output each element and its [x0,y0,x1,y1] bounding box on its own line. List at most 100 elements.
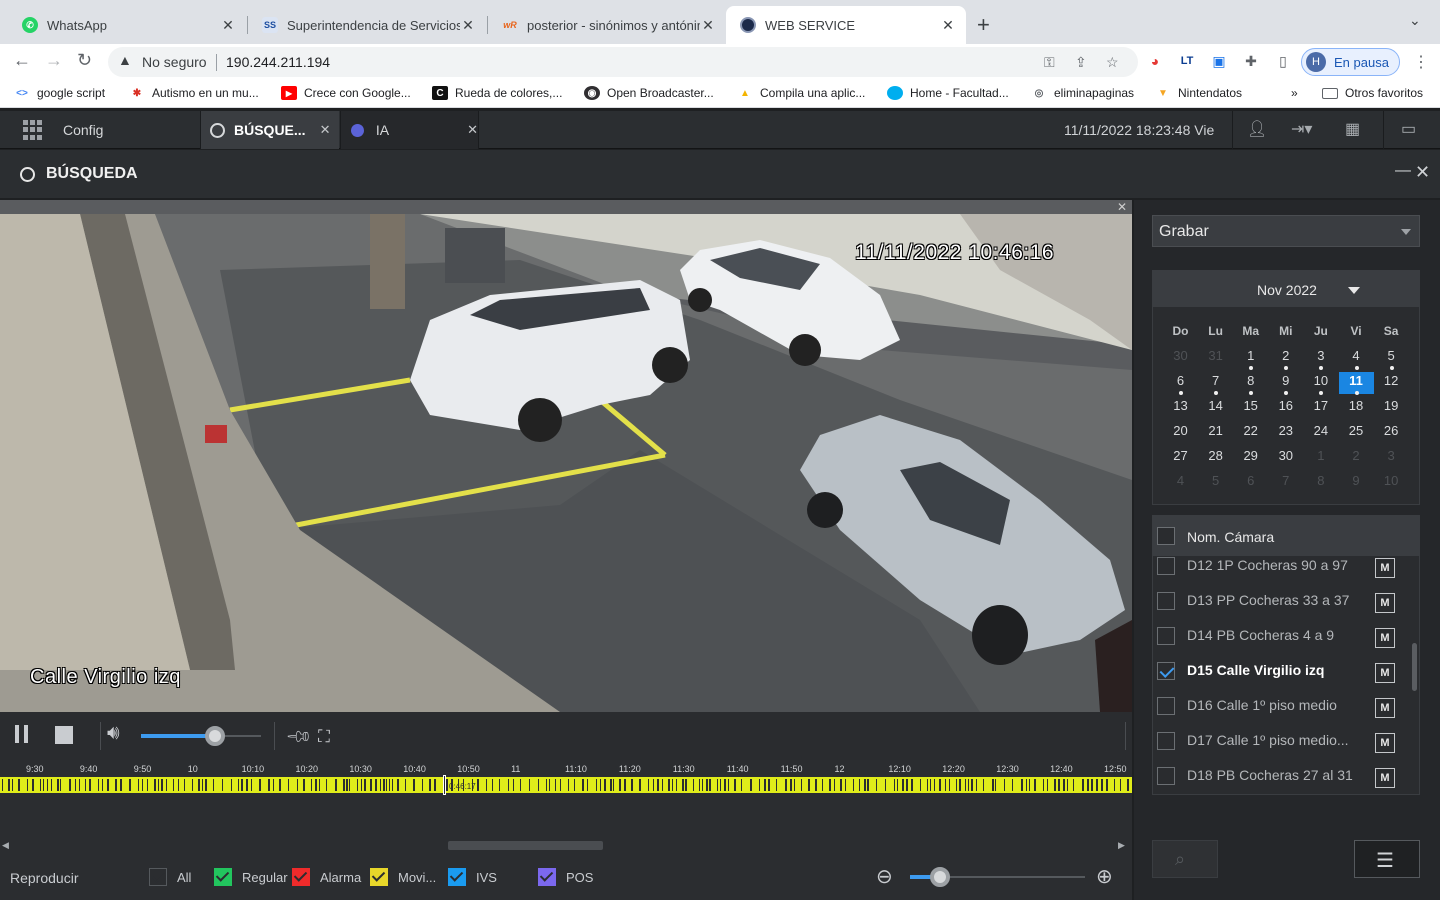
bookmark-obs[interactable]: ◉ Open Broadcaster... [584,86,714,100]
calendar-day[interactable]: 16 [1268,397,1303,419]
calendar-day[interactable]: 14 [1198,397,1233,419]
camera-checkbox[interactable] [1157,662,1175,680]
calendar-day[interactable]: 13 [1163,397,1198,419]
calendar-day[interactable]: 28 [1198,447,1233,469]
new-tab-button[interactable]: + [977,12,990,38]
color-wheel-extension-icon[interactable]: ◕ [1146,52,1164,70]
video-player[interactable] [0,200,1132,712]
legend-pos[interactable]: POS [538,868,593,886]
bookmark-google-script[interactable]: <> google script [14,86,105,100]
calendar-day[interactable]: 30 [1163,347,1198,369]
calendar-day[interactable]: 19 [1374,397,1409,419]
calendar-day[interactable]: 30 [1268,447,1303,469]
calendar-day[interactable]: 2 [1339,447,1374,469]
calendar-day[interactable]: 7 [1198,372,1233,395]
camera-row[interactable]: D16 Calle 1º piso medio M [1153,688,1419,723]
pause-icon[interactable] [15,725,29,745]
close-tab-icon[interactable]: ✕ [940,17,956,34]
scroll-left-icon[interactable]: ◀ [2,840,9,851]
close-tab-icon[interactable]: ✕ [700,17,716,34]
camera-mark-button[interactable]: M [1375,558,1395,578]
camera-checkbox[interactable] [1157,732,1175,750]
legend-alarma[interactable]: Alarma [292,868,361,886]
key-icon[interactable]: ⚿ [1044,54,1055,71]
camera-checkbox[interactable] [1157,697,1175,715]
calendar-day[interactable]: 20 [1163,422,1198,444]
pin-icon[interactable]: 📌︎ [284,722,314,751]
calendar-day[interactable]: 22 [1233,422,1268,444]
camera-row[interactable]: D13 PP Cocheras 33 a 37 M [1153,583,1419,618]
calendar-day[interactable]: 29 [1233,447,1268,469]
close-video-icon[interactable]: ✕ [1117,200,1127,214]
calendar-day[interactable]: 23 [1268,422,1303,444]
calendar-day[interactable]: 5 [1374,347,1409,370]
legend-checkbox[interactable] [292,868,310,886]
calendar-day[interactable]: 9 [1268,372,1303,395]
bookmark-facultad[interactable]: Home - Facultad... [887,86,1009,100]
camera-row[interactable]: D15 Calle Virgilio izq M [1153,653,1419,688]
more-bookmarks-button[interactable]: » [1291,86,1298,100]
calendar-day[interactable]: 25 [1339,422,1374,444]
calendar-day[interactable]: 21 [1198,422,1233,444]
close-tab-icon[interactable]: ✕ [220,17,236,34]
zoom-knob[interactable] [929,867,950,887]
recording-segment[interactable] [0,777,1132,793]
bookmark-autismo[interactable]: ✱ Autismo en un mu... [129,86,259,100]
calendar-day[interactable]: 6 [1233,472,1268,494]
timeline-cursor[interactable] [443,775,446,795]
legend-regular[interactable]: Regular [214,868,288,886]
close-tab-icon[interactable]: ✕ [320,122,331,138]
close-tab-icon[interactable]: ✕ [460,17,476,34]
legend-movimiento[interactable]: Movi... [370,868,436,886]
calendar-day[interactable]: 1 [1303,447,1338,469]
tab-busqueda[interactable]: BÚSQUE... ✕ [201,111,339,149]
forward-arrow-icon[interactable]: → [45,50,63,71]
recording-bar[interactable] [0,777,1132,793]
volume-slider[interactable] [141,726,261,746]
calendar-day[interactable]: 31 [1198,347,1233,369]
security-status[interactable]: No seguro [142,54,207,70]
calendar-day[interactable]: 2 [1268,347,1303,370]
calendar-day[interactable]: 8 [1233,372,1268,395]
volume-icon[interactable]: 🔊︎ [107,722,120,745]
browser-tab-web-service[interactable]: WEB SERVICE ✕ [726,6,966,44]
other-bookmarks-folder[interactable]: Otros favoritos [1322,86,1423,100]
camera-checkbox[interactable] [1157,592,1175,610]
side-panel-icon[interactable]: ▯ [1274,52,1292,70]
timeline-scrollbar[interactable]: ◀ ▶ [0,839,1132,853]
calendar-day[interactable]: 5 [1198,472,1233,494]
tab-config[interactable]: Config [63,111,103,149]
zoom-in-icon[interactable]: ⊕ [1096,864,1113,889]
bookmark-appsheet[interactable]: ▲ Compila una aplic... [737,86,865,100]
calendar-day[interactable]: 3 [1374,447,1409,469]
calendar-day[interactable]: 4 [1339,347,1374,370]
calendar-day-selected[interactable]: 11 [1338,372,1374,395]
camera-row[interactable]: D18 PB Cocheras 27 al 31 M [1153,758,1419,793]
url-text[interactable]: 190.244.211.194 [226,54,330,70]
select-all-checkbox[interactable] [1157,527,1175,545]
zoom-out-icon[interactable]: ⊖ [876,864,893,889]
camera-mark-button[interactable]: M [1375,733,1395,753]
stop-icon[interactable] [55,726,73,744]
extensions-puzzle-icon[interactable]: ✚ [1242,52,1260,70]
monitor-icon[interactable]: ▭ [1401,119,1416,139]
calendar-day[interactable]: 10 [1374,472,1409,494]
browser-tab-whatsapp[interactable]: ✆ WhatsApp ✕ [8,6,246,44]
month-dropdown-icon[interactable] [1348,287,1360,294]
calendar-day[interactable]: 17 [1303,397,1338,419]
calendar-day[interactable]: 3 [1303,347,1338,370]
calendar-day[interactable]: 9 [1339,472,1374,494]
bookmark-eliminapaginas[interactable]: ◎ eliminapaginas [1031,86,1134,100]
calendar-day[interactable]: 26 [1374,422,1409,444]
tab-ia[interactable]: IA ✕ [341,111,478,149]
legend-checkbox[interactable] [538,868,556,886]
user-icon[interactable]: 👤︎ [1247,119,1267,139]
camera-checkbox[interactable] [1157,627,1175,645]
scroll-right-icon[interactable]: ▶ [1118,840,1125,851]
zoom-slider[interactable] [910,867,1085,887]
legend-ivs[interactable]: IVS [448,868,497,886]
reload-icon[interactable]: ↻ [77,50,92,71]
minimize-icon[interactable]: — [1395,162,1411,180]
logout-icon[interactable]: ⇥▾ [1291,119,1312,139]
calendar-day[interactable]: 27 [1163,447,1198,469]
